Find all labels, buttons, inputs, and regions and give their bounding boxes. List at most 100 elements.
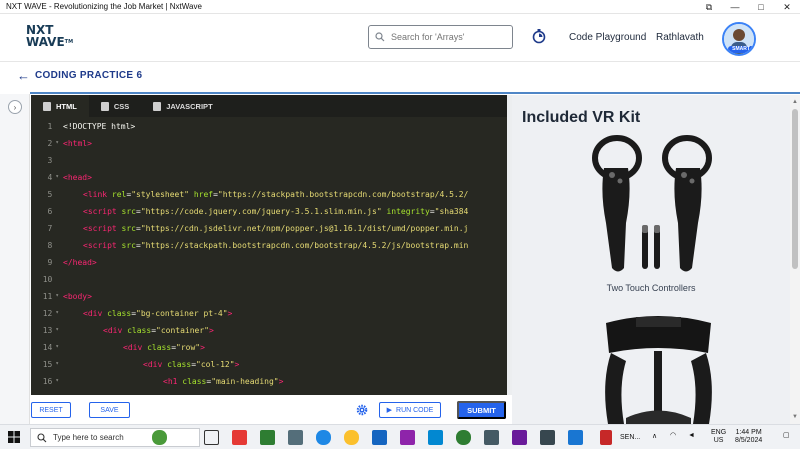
language-indicator[interactable]: ENG US [711,429,726,445]
code-token: integrity [386,207,430,216]
line-number: 10 [31,275,61,284]
taskbar-search[interactable]: Type here to search [30,428,200,447]
nxtwave-app-icon[interactable] [540,430,555,445]
code-token: rel [111,190,127,199]
code-line[interactable]: 15 ▾ <div class="col-12"> [31,356,507,373]
code-line[interactable]: 6 <script src="https://code.jquery.com/j… [31,203,507,220]
code-token: <script [83,224,122,233]
gear-icon[interactable] [356,404,368,416]
store-icon[interactable] [260,430,275,445]
line-number-text: 16 [42,377,53,386]
fold-chevron-icon[interactable]: ▾ [55,360,59,369]
line-number: 16 ▾ [31,377,61,386]
fold-chevron-icon [55,224,59,233]
windows-start-icon[interactable] [8,431,20,443]
code-line[interactable]: 3 [31,152,507,169]
code-line[interactable]: 12 ▾ <div class="bg-container pt-4"> [31,305,507,322]
file-explorer-icon[interactable] [288,430,303,445]
code-line[interactable]: 5 <link rel="stylesheet" href="https://s… [31,186,507,203]
tab-css[interactable]: CSS [89,95,141,117]
code-playground-link[interactable]: Code Playground [569,32,646,43]
clock[interactable]: 1:44 PM 8/5/2024 [735,429,762,445]
fold-chevron-icon[interactable]: ▾ [55,292,59,301]
stock-chart-icon[interactable] [600,430,612,445]
line-number: 2 ▾ [31,139,61,148]
run-code-button[interactable]: ▶ RUN CODE [379,402,441,418]
reset-button[interactable]: RESET [31,402,71,418]
avatar[interactable]: SMART [722,22,756,56]
code-line[interactable]: 14 ▾ <div class="row"> [31,339,507,356]
code-content: <head> [61,173,92,182]
search-box[interactable] [368,25,513,49]
code-line[interactable]: 11 ▾ <body> [31,288,507,305]
fold-chevron-icon[interactable]: ▾ [55,377,59,386]
edge-icon[interactable] [316,430,331,445]
fold-chevron-icon[interactable]: ▾ [55,173,59,182]
restore-icon[interactable]: ⧉ [696,0,722,14]
code-line[interactable]: 10 [31,271,507,288]
code-line[interactable]: 1 <!DOCTYPE html> [31,118,507,135]
nxtwave-logo[interactable]: NXT WAVETM [26,24,74,52]
stock-label[interactable]: SEN... [620,434,640,442]
scroll-down-icon[interactable]: ▼ [792,414,798,420]
code-line[interactable]: 2 ▾ <html> [31,135,507,152]
submit-button[interactable]: SUBMIT [457,401,506,419]
fold-chevron-icon [55,258,59,267]
fold-chevron-icon[interactable]: ▾ [55,139,59,148]
line-number: 12 ▾ [31,309,61,318]
tab-html[interactable]: HTML [31,95,89,117]
scroll-thumb[interactable] [792,109,798,269]
youtube-icon[interactable] [232,430,247,445]
close-icon[interactable]: ✕ [774,0,800,14]
line-number: 9 [31,258,61,267]
window-titlebar: NXT WAVE - Revolutionizing the Job Marke… [0,0,800,14]
task-view-icon[interactable] [204,430,219,445]
code-token: src [121,207,136,216]
bootstrap-icon[interactable] [512,430,527,445]
search-input[interactable] [391,32,501,42]
user-name[interactable]: Rathlavath [656,32,704,43]
windows-taskbar: Type here to search SEN... ∧ ◠ ◄ ENG US … [0,424,800,449]
app-icon-3[interactable] [568,430,583,445]
code-token: <html> [63,139,92,148]
camera-icon[interactable] [484,430,499,445]
code-editor[interactable]: HTML CSS JAVASCRIPT 1 <!DOCTYPE html> 2 ▾ <… [31,95,507,395]
minimize-icon[interactable]: — [722,0,748,14]
chrome-icon[interactable] [344,430,359,445]
tray-chevron-icon[interactable]: ∧ [652,433,657,441]
maximize-icon[interactable]: □ [748,0,774,14]
code-line[interactable]: 7 <script src="https://cdn.jsdelivr.net/… [31,220,507,237]
fold-chevron-icon[interactable]: ▾ [55,309,59,318]
tab-javascript[interactable]: JAVASCRIPT [141,95,224,117]
left-rail [0,94,30,424]
scroll-up-icon[interactable]: ▲ [792,99,798,105]
fold-chevron-icon[interactable]: ▾ [55,343,59,352]
lang-line1: ENG [711,429,727,436]
code-line[interactable]: 9 </head> [31,254,507,271]
notifications-icon[interactable]: ▢ [783,432,790,440]
code-line[interactable]: 16 ▾ <h1 class="main-heading"> [31,373,507,390]
save-button[interactable]: SAVE [89,402,130,418]
volume-icon[interactable]: ◄ [688,432,695,440]
code-lines[interactable]: 1 <!DOCTYPE html> 2 ▾ <html> 3 4 ▾ <head> 5 <li… [31,118,507,390]
wifi-icon[interactable]: ◠ [670,432,676,440]
timer-icon[interactable] [531,28,547,44]
preview-scrollbar[interactable]: ▲ ▼ [790,95,800,424]
mail-icon[interactable] [428,430,443,445]
app-icon-1[interactable] [372,430,387,445]
code-token: <link [83,190,112,199]
weather-widget-icon[interactable] [152,430,167,445]
expand-chevron-icon[interactable]: › [8,100,22,114]
fold-chevron-icon[interactable]: ▾ [55,326,59,335]
code-content: <script src="https://cdn.jsdelivr.net/np… [61,224,468,233]
app-icon-2[interactable] [400,430,415,445]
code-line[interactable]: 4 ▾ <head> [31,169,507,186]
code-token: "container" [156,326,209,335]
page-title: CODING PRACTICE 6 [35,70,143,81]
code-line[interactable]: 13 ▾ <div class="container"> [31,322,507,339]
back-arrow-icon[interactable]: ← [17,68,30,83]
code-token: class [127,326,152,335]
line-number-text: 14 [42,343,53,352]
whatsapp-icon[interactable] [456,430,471,445]
code-line[interactable]: 8 <script src="https://stackpath.bootstr… [31,237,507,254]
